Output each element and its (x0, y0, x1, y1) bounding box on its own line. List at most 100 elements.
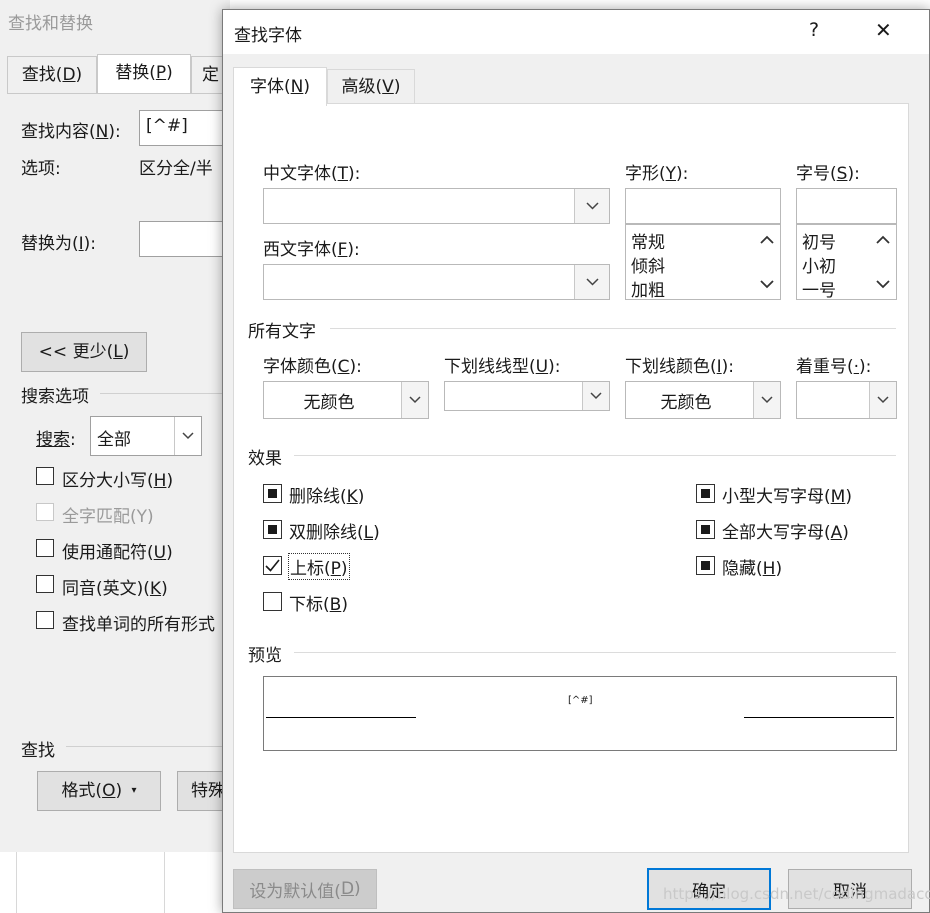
all-caps-close: ) (842, 523, 849, 543)
scroll-arrows-icon (760, 235, 774, 289)
sounds-like-key: K (149, 579, 162, 599)
search-direction-select[interactable]: 全部 (90, 416, 202, 456)
close-icon[interactable]: ✕ (875, 18, 892, 42)
tab-font[interactable]: 字体(N) (233, 67, 327, 106)
underline-style-label-text: 下划线线型( (444, 357, 536, 377)
search-options-divider (100, 393, 230, 394)
underline-style-label: 下划线线型(U): (444, 352, 560, 377)
list-item[interactable]: 初号 (802, 228, 836, 253)
scrollbar[interactable] (754, 225, 780, 299)
tab-advanced[interactable]: 高级(V) (327, 69, 415, 104)
emphasis-mark-label-close: ): (859, 357, 872, 377)
less-button-key: L (113, 342, 123, 362)
preview-baseline-right (744, 717, 894, 718)
replace-with-input[interactable] (139, 221, 230, 257)
chevron-down-icon[interactable] (574, 265, 609, 299)
replace-with-label-text: 替换为( (21, 234, 79, 254)
chevron-down-icon[interactable] (574, 189, 609, 223)
scrollbar[interactable] (870, 225, 896, 299)
tab-font-close: ) (303, 77, 310, 97)
list-item[interactable]: 一号 (802, 276, 836, 301)
sounds-like-label: 同音(英文)(K) (62, 574, 168, 599)
caret-down-icon: ▾ (131, 785, 137, 796)
wildcards-checkbox[interactable] (36, 539, 54, 557)
tab-font-key: N (290, 77, 304, 97)
hidden-checkbox[interactable] (696, 556, 715, 575)
strikethrough-text: 删除线( (289, 487, 347, 507)
set-default-close: ) (354, 879, 361, 899)
underline-color-select[interactable]: 无颜色 (625, 381, 781, 419)
sounds-like-checkbox[interactable] (36, 575, 54, 593)
western-font-label: 西文字体(F): (263, 235, 360, 260)
tab-find-close: ) (75, 65, 83, 85)
strikethrough-checkbox[interactable] (263, 484, 282, 503)
chevron-down-icon[interactable] (582, 382, 609, 410)
preview-title: 预览 (248, 646, 282, 666)
emphasis-mark-label: 着重号(·): (796, 352, 871, 377)
document-column-line (16, 852, 17, 913)
tab-replace[interactable]: 替换(P) (97, 54, 191, 93)
chinese-font-label-key: T (337, 164, 349, 184)
small-caps-checkbox[interactable] (696, 484, 715, 503)
font-size-label-close: ): (847, 164, 860, 184)
small-caps-label: 小型大写字母(M) (722, 482, 852, 507)
font-color-select[interactable]: 无颜色 (263, 381, 429, 419)
wildcards-key: U (153, 543, 167, 563)
font-size-input[interactable] (796, 188, 897, 224)
subscript-checkbox[interactable] (263, 592, 282, 611)
superscript-label: 上标(P) (288, 553, 350, 580)
chevron-down-icon[interactable] (401, 382, 428, 418)
match-case-checkbox[interactable] (36, 467, 54, 485)
replace-with-label-close: ): (83, 234, 97, 254)
chevron-down-icon[interactable] (753, 382, 780, 418)
tab-find[interactable]: 查找(D) (7, 56, 97, 93)
font-size-list[interactable]: 初号 小初 一号 (796, 224, 897, 301)
help-icon[interactable]: ? (809, 19, 819, 41)
chevron-down-icon[interactable] (174, 417, 201, 455)
font-style-list[interactable]: 常规 倾斜 加粗 (625, 224, 781, 301)
special-button-text: 特殊 (191, 781, 225, 801)
superscript-checkbox[interactable] (263, 556, 282, 575)
tab-goto-text: 定 (202, 65, 219, 85)
list-item[interactable]: 小初 (802, 252, 836, 277)
dialog-title: 查找字体 (234, 26, 302, 46)
find-what-input[interactable]: [^#] (139, 110, 230, 146)
emphasis-mark-select[interactable] (796, 381, 897, 419)
preview-divider (294, 652, 896, 653)
western-font-select[interactable] (263, 264, 610, 300)
font-style-label-close: ): (676, 164, 689, 184)
set-default-button: 设为默认值(D) (233, 869, 377, 909)
less-button[interactable]: << 更少(L) (21, 332, 147, 372)
font-style-input[interactable] (625, 188, 781, 224)
search-label-close: : (70, 430, 76, 450)
all-caps-checkbox[interactable] (696, 520, 715, 539)
chevron-down-icon[interactable] (869, 382, 896, 418)
chinese-font-label: 中文字体(T): (263, 159, 360, 184)
search-direction-value: 全部 (97, 430, 131, 450)
set-default-key: D (340, 879, 355, 899)
all-caps-label: 全部大写字母(A) (722, 518, 849, 543)
chinese-font-select[interactable] (263, 188, 610, 224)
all-word-forms-checkbox[interactable] (36, 611, 54, 629)
list-item[interactable]: 常规 (631, 228, 665, 253)
find-section-divider (66, 746, 230, 747)
font-color-value: 无颜色 (303, 392, 355, 413)
font-color-label-close: ): (349, 357, 362, 377)
underline-style-select[interactable] (444, 381, 610, 411)
find-font-dialog: 查找字体 ? ✕ 字体(N) 高级(V) 中文字体(T): 西文字体(F): 字… (222, 9, 930, 913)
double-strikethrough-text: 双删除线( (289, 523, 364, 543)
find-what-label-text: 查找内容( (21, 122, 96, 142)
list-item[interactable]: 倾斜 (631, 252, 665, 277)
wildcards-text: 使用通配符( (62, 543, 154, 563)
search-label-text: 搜索 (36, 430, 70, 450)
small-caps-close: ) (845, 487, 852, 507)
double-strikethrough-checkbox[interactable] (263, 520, 282, 539)
list-item[interactable]: 加粗 (631, 276, 665, 301)
western-font-label-key: F (337, 240, 348, 260)
font-tab-panel: 中文字体(T): 西文字体(F): 字形(Y): 常规 倾斜 加粗 字号(S): (233, 103, 909, 853)
format-button[interactable]: 格式(O) ▾ (37, 771, 161, 811)
options-value: 区分全/半 (139, 159, 213, 179)
tab-find-text: 查找( (21, 65, 63, 85)
subscript-key: B (329, 595, 342, 615)
wildcards-close: ) (166, 543, 173, 563)
